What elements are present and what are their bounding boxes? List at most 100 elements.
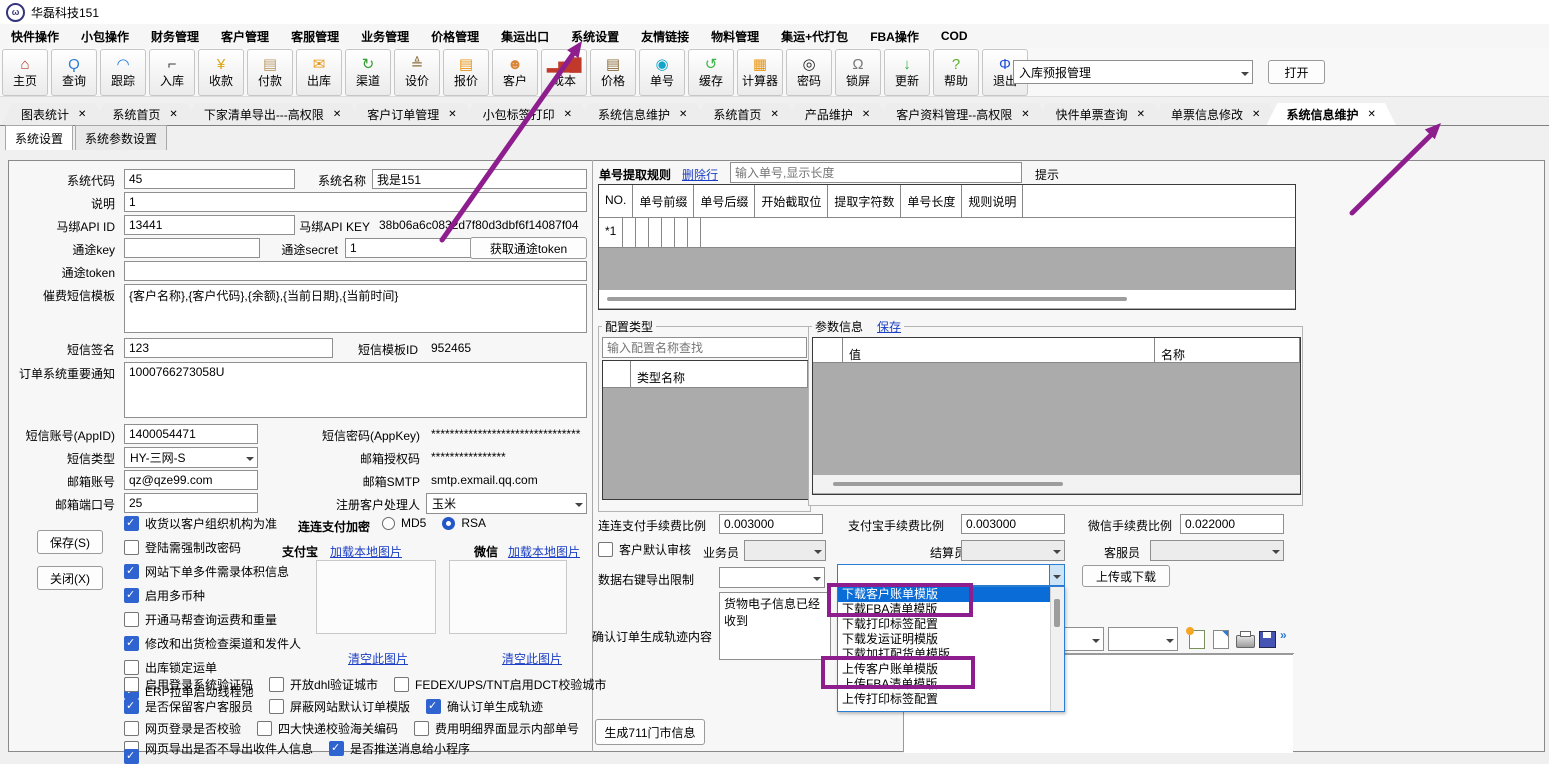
sub-tab[interactable]: 系统参数设置	[75, 125, 167, 150]
rules-column-header[interactable]: 开始截取位	[755, 185, 828, 217]
checkbox-option[interactable]: 四大快递校验海关编码	[257, 720, 398, 737]
checkbox[interactable]	[124, 677, 139, 692]
mail-account-input[interactable]	[124, 470, 258, 490]
toolbar-button[interactable]: ⌐ 入库	[149, 49, 195, 96]
radio-button[interactable]	[442, 517, 455, 530]
tab-close-icon[interactable]: ✕	[679, 109, 687, 120]
toolbar-button[interactable]: ▤ 付款	[247, 49, 293, 96]
checkbox-option[interactable]: 收货以客户组织机构为准	[124, 515, 301, 532]
quick-open-combobox[interactable]: 入库预报管理	[1013, 60, 1253, 84]
checkbox[interactable]	[329, 741, 344, 756]
checkbox[interactable]	[269, 677, 284, 692]
checkbox-option[interactable]: 屏蔽网站默认订单模版	[269, 698, 410, 715]
open-button[interactable]: 打开	[1268, 60, 1325, 84]
checkbox-option[interactable]	[124, 749, 145, 764]
menu-item[interactable]: 集运+代打包	[770, 28, 859, 45]
toolbar-button[interactable]: ¥ 收款	[198, 49, 244, 96]
dropdown-item[interactable]: 下载客户账单模版	[838, 587, 1050, 602]
checkbox[interactable]	[598, 542, 613, 557]
checkbox[interactable]	[414, 721, 429, 736]
checkbox-option[interactable]: 是否保留客户客服员	[124, 698, 253, 715]
menu-item[interactable]: 客服管理	[280, 28, 350, 45]
delete-row-link[interactable]: 删除行	[682, 166, 718, 183]
tab-close-icon[interactable]: ✕	[1021, 109, 1029, 120]
scrollbar-thumb[interactable]	[1054, 599, 1060, 627]
toolbar-button[interactable]: ⌂ 主页	[2, 49, 48, 96]
tab-close-icon[interactable]: ✕	[169, 109, 177, 120]
menu-item[interactable]: COD	[930, 29, 979, 43]
editor-font-combobox[interactable]	[1060, 627, 1104, 651]
dropdown-item[interactable]: 下载发运证明模版	[838, 632, 1050, 647]
document-tab[interactable]: 单票信息修改 ✕	[1151, 103, 1280, 125]
checkbox[interactable]	[124, 516, 139, 531]
radio-option[interactable]: MD5	[382, 516, 426, 530]
checkbox-option[interactable]: 确认订单生成轨迹	[426, 698, 543, 715]
system-code-input[interactable]	[124, 169, 295, 189]
editor-size-combobox[interactable]	[1108, 627, 1178, 651]
rule-cell[interactable]	[675, 218, 688, 247]
document-tab[interactable]: 产品维护 ✕	[785, 103, 890, 125]
checkbox[interactable]	[124, 564, 139, 579]
checkbox-option[interactable]: 开放dhl验证城市	[269, 676, 378, 693]
tab-close-icon[interactable]: ✕	[1137, 109, 1145, 120]
rules-column-header[interactable]: 单号前缀	[633, 185, 694, 217]
checkbox-option[interactable]: 费用明细界面显示内部单号	[414, 720, 579, 737]
menu-item[interactable]: 快件操作	[0, 28, 70, 45]
alipay-fee-input[interactable]	[961, 514, 1065, 534]
menu-item[interactable]: 物料管理	[700, 28, 770, 45]
params-hscrollbar[interactable]	[813, 475, 1300, 493]
sub-tab[interactable]: 系统设置	[5, 125, 73, 150]
sms-type-combobox[interactable]: HY-三网-S	[124, 447, 258, 468]
mabang-api-key-input[interactable]	[374, 215, 587, 235]
checkbox[interactable]	[124, 749, 139, 764]
upload-download-button[interactable]: 上传或下载	[1082, 565, 1170, 587]
checkbox[interactable]	[124, 660, 139, 675]
dropdown-item[interactable]: 下载打印标签配置	[838, 617, 1050, 632]
sales-combobox[interactable]	[744, 540, 826, 561]
service-combobox[interactable]	[1150, 540, 1284, 561]
new-document-button[interactable]	[1186, 628, 1208, 650]
open-document-button[interactable]	[1210, 628, 1232, 650]
checkbox-option[interactable]: 登陆需强制改密码	[124, 539, 301, 556]
tab-close-icon[interactable]: ✕	[333, 109, 341, 120]
alipay-clear-image-link[interactable]: 清空此图片	[348, 650, 408, 667]
toolbar-button[interactable]: ↻ 渠道	[345, 49, 391, 96]
mabang-api-id-input[interactable]	[124, 215, 295, 235]
dropdown-vscrollbar[interactable]	[1050, 587, 1064, 711]
tongtu-token-input[interactable]	[124, 261, 587, 281]
checkbox[interactable]	[426, 699, 441, 714]
config-type-column-header[interactable]: 类型名称	[631, 361, 808, 387]
settle-combobox[interactable]	[961, 540, 1065, 561]
register-handler-combobox[interactable]: 玉米	[426, 493, 587, 514]
checkbox-option[interactable]: 开通马帮查询运费和重量	[124, 611, 301, 628]
checkbox-option[interactable]: 启用登录系统验证码	[124, 676, 253, 693]
scrollbar-thumb[interactable]	[607, 297, 1127, 301]
mail-smtp-input[interactable]	[426, 470, 587, 490]
customer-audit-option[interactable]: 客户默认审核	[598, 541, 691, 558]
description-input[interactable]	[124, 192, 587, 212]
menu-item[interactable]: 小包操作	[70, 28, 140, 45]
generate-711-button[interactable]: 生成711门市信息	[595, 719, 705, 745]
menu-item[interactable]: 系统设置	[560, 28, 630, 45]
close-button[interactable]: 关闭(X)	[37, 566, 103, 590]
alipay-load-image-link[interactable]: 加载本地图片	[330, 543, 402, 560]
document-tab[interactable]: 小包标签打印 ✕	[463, 103, 592, 125]
radio-button[interactable]	[382, 517, 395, 530]
toolbar-button[interactable]: ▂▅▇ 成本	[541, 49, 587, 96]
dropdown-item[interactable]: 上传FBA清单模版	[838, 677, 1050, 692]
dun-sms-template-textarea[interactable]: {客户名称},{客户代码},{余额},{当前日期},{当前时间}	[124, 284, 587, 333]
checkbox[interactable]	[124, 721, 139, 736]
wechat-fee-input[interactable]	[1180, 514, 1284, 534]
tab-close-icon[interactable]: ✕	[564, 109, 572, 120]
sms-appkey-input[interactable]	[426, 424, 587, 444]
tab-close-icon[interactable]: ✕	[862, 109, 870, 120]
template-combobox[interactable]	[837, 564, 1065, 586]
system-name-input[interactable]	[372, 169, 587, 189]
dropdown-item[interactable]: 上传打印标签配置	[838, 692, 1050, 707]
params-save-link[interactable]: 保存	[877, 318, 901, 335]
toolbar-button[interactable]: Ω 锁屏	[835, 49, 881, 96]
track-content-textarea[interactable]: 货物电子信息已经收到	[719, 592, 831, 660]
rules-column-header[interactable]: 单号后缀	[694, 185, 755, 217]
params-name-column-header[interactable]: 名称	[1155, 338, 1300, 362]
rules-column-header[interactable]: NO.	[599, 185, 633, 217]
